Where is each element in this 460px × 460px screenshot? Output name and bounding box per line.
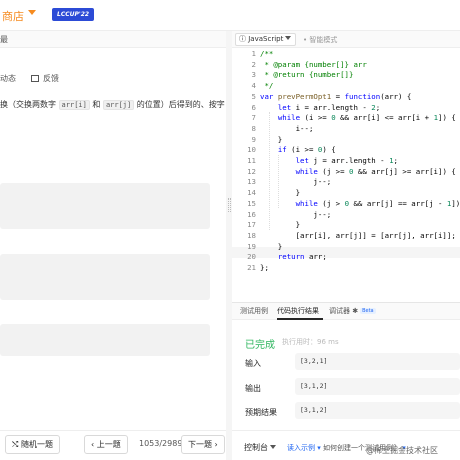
line-number: 4: [251, 81, 256, 91]
line-number: 18: [247, 230, 256, 240]
random-question-button[interactable]: ⤭ 随机一题: [5, 435, 60, 454]
code-chip: arr[i]: [58, 100, 90, 110]
line-number: 11: [247, 156, 256, 165]
output-label: 输出: [245, 384, 261, 393]
line-number: 15: [247, 198, 256, 208]
active-tab-indicator: [277, 318, 323, 320]
console-panel: 测试用例 代码执行结果 调试器 ✱ Beta 已完成 执行用时：96 ms 输入 …: [232, 302, 460, 430]
runtime-text: 执行用时：96 ms: [282, 338, 339, 346]
line-number: 20: [247, 252, 256, 262]
line-number: 9: [251, 134, 256, 144]
left-tab-bar: 最: [0, 31, 226, 48]
watermark: @稀土掘金技术社区: [366, 446, 438, 455]
bug-icon: ✱: [350, 307, 359, 315]
editor-toolbar: ⓘ JavaScript • 智能模式: [232, 31, 460, 48]
line-number: 6: [251, 102, 256, 112]
feedback-label: 反馈: [43, 74, 59, 83]
tab-description[interactable]: 最: [0, 34, 8, 45]
tab-debugger[interactable]: 调试器 ✱ Beta: [329, 306, 376, 316]
line-number: 5: [251, 91, 256, 101]
tab-testcase[interactable]: 测试用例: [240, 306, 268, 316]
console-tabs: 测试用例 代码执行结果 调试器 ✱ Beta: [232, 303, 460, 320]
line-number: 19: [247, 241, 256, 251]
input-value: [3,2,1]: [295, 353, 460, 370]
code-editor[interactable]: 1 2 3 4 5 6 7 8 9 10 11 12 13 14 15 16 17 18 19 20 21 /** * …: [232, 48, 460, 302]
expected-value: [3,1,2]: [295, 402, 460, 419]
tab-run-result[interactable]: 代码执行结果: [277, 306, 319, 316]
shuffle-icon: ⤭: [12, 440, 21, 449]
smart-mode-toggle[interactable]: • 智能模式: [303, 35, 337, 45]
dynamic-label: 动态: [0, 74, 16, 83]
question-counter: 1053/2989: [139, 439, 183, 448]
expected-label: 预期结果: [245, 408, 277, 417]
example-block-2: [0, 254, 210, 300]
line-number: 8: [251, 123, 256, 133]
info-icon: ⓘ: [239, 35, 249, 43]
example-block-3: [0, 324, 210, 356]
line-number: 3: [251, 70, 256, 80]
chevron-down-icon: [285, 36, 292, 40]
console-toggle-button[interactable]: 控制台: [244, 442, 276, 453]
line-number: 16: [247, 209, 256, 219]
feedback-link[interactable]: 反馈: [31, 73, 59, 84]
line-number: 17: [247, 220, 256, 230]
code-chip: arr[j]: [102, 100, 135, 110]
chevron-down-icon[interactable]: [28, 10, 36, 15]
line-number: 7: [251, 113, 256, 123]
prev-question-button[interactable]: ‹ 上一题: [84, 435, 128, 454]
line-number: 12: [247, 166, 256, 176]
line-number: 1: [251, 49, 256, 58]
problem-description: 换（交换两数字 arr[i] 和 arr[j] 的位置）后得到的、按字: [0, 100, 225, 110]
line-number: 2: [251, 59, 256, 69]
lccup-badge[interactable]: LCCUP'22: [52, 8, 95, 21]
chevron-down-icon: [270, 445, 276, 449]
line-number: 21: [247, 263, 256, 272]
line-number: 14: [247, 188, 256, 198]
output-value: [3,1,2]: [295, 378, 460, 395]
line-number: 13: [247, 177, 256, 187]
chevron-down-icon: ▾: [315, 444, 323, 452]
run-status: 已完成: [245, 340, 275, 351]
input-label: 输入: [245, 359, 261, 368]
language-select[interactable]: ⓘ JavaScript: [235, 33, 297, 46]
dynamic-link[interactable]: 动态: [0, 73, 16, 84]
chevron-right-icon: ›: [212, 440, 218, 449]
feedback-icon: [31, 75, 39, 82]
example-block-1: [0, 183, 210, 229]
next-question-button[interactable]: 下一题 ›: [181, 435, 225, 454]
drag-handle-icon[interactable]: [228, 198, 231, 212]
shop-link[interactable]: 商店: [2, 8, 24, 24]
beta-badge: Beta: [360, 308, 376, 314]
top-header: 商店 LCCUP'22: [0, 0, 460, 31]
line-number: 10: [247, 145, 256, 155]
